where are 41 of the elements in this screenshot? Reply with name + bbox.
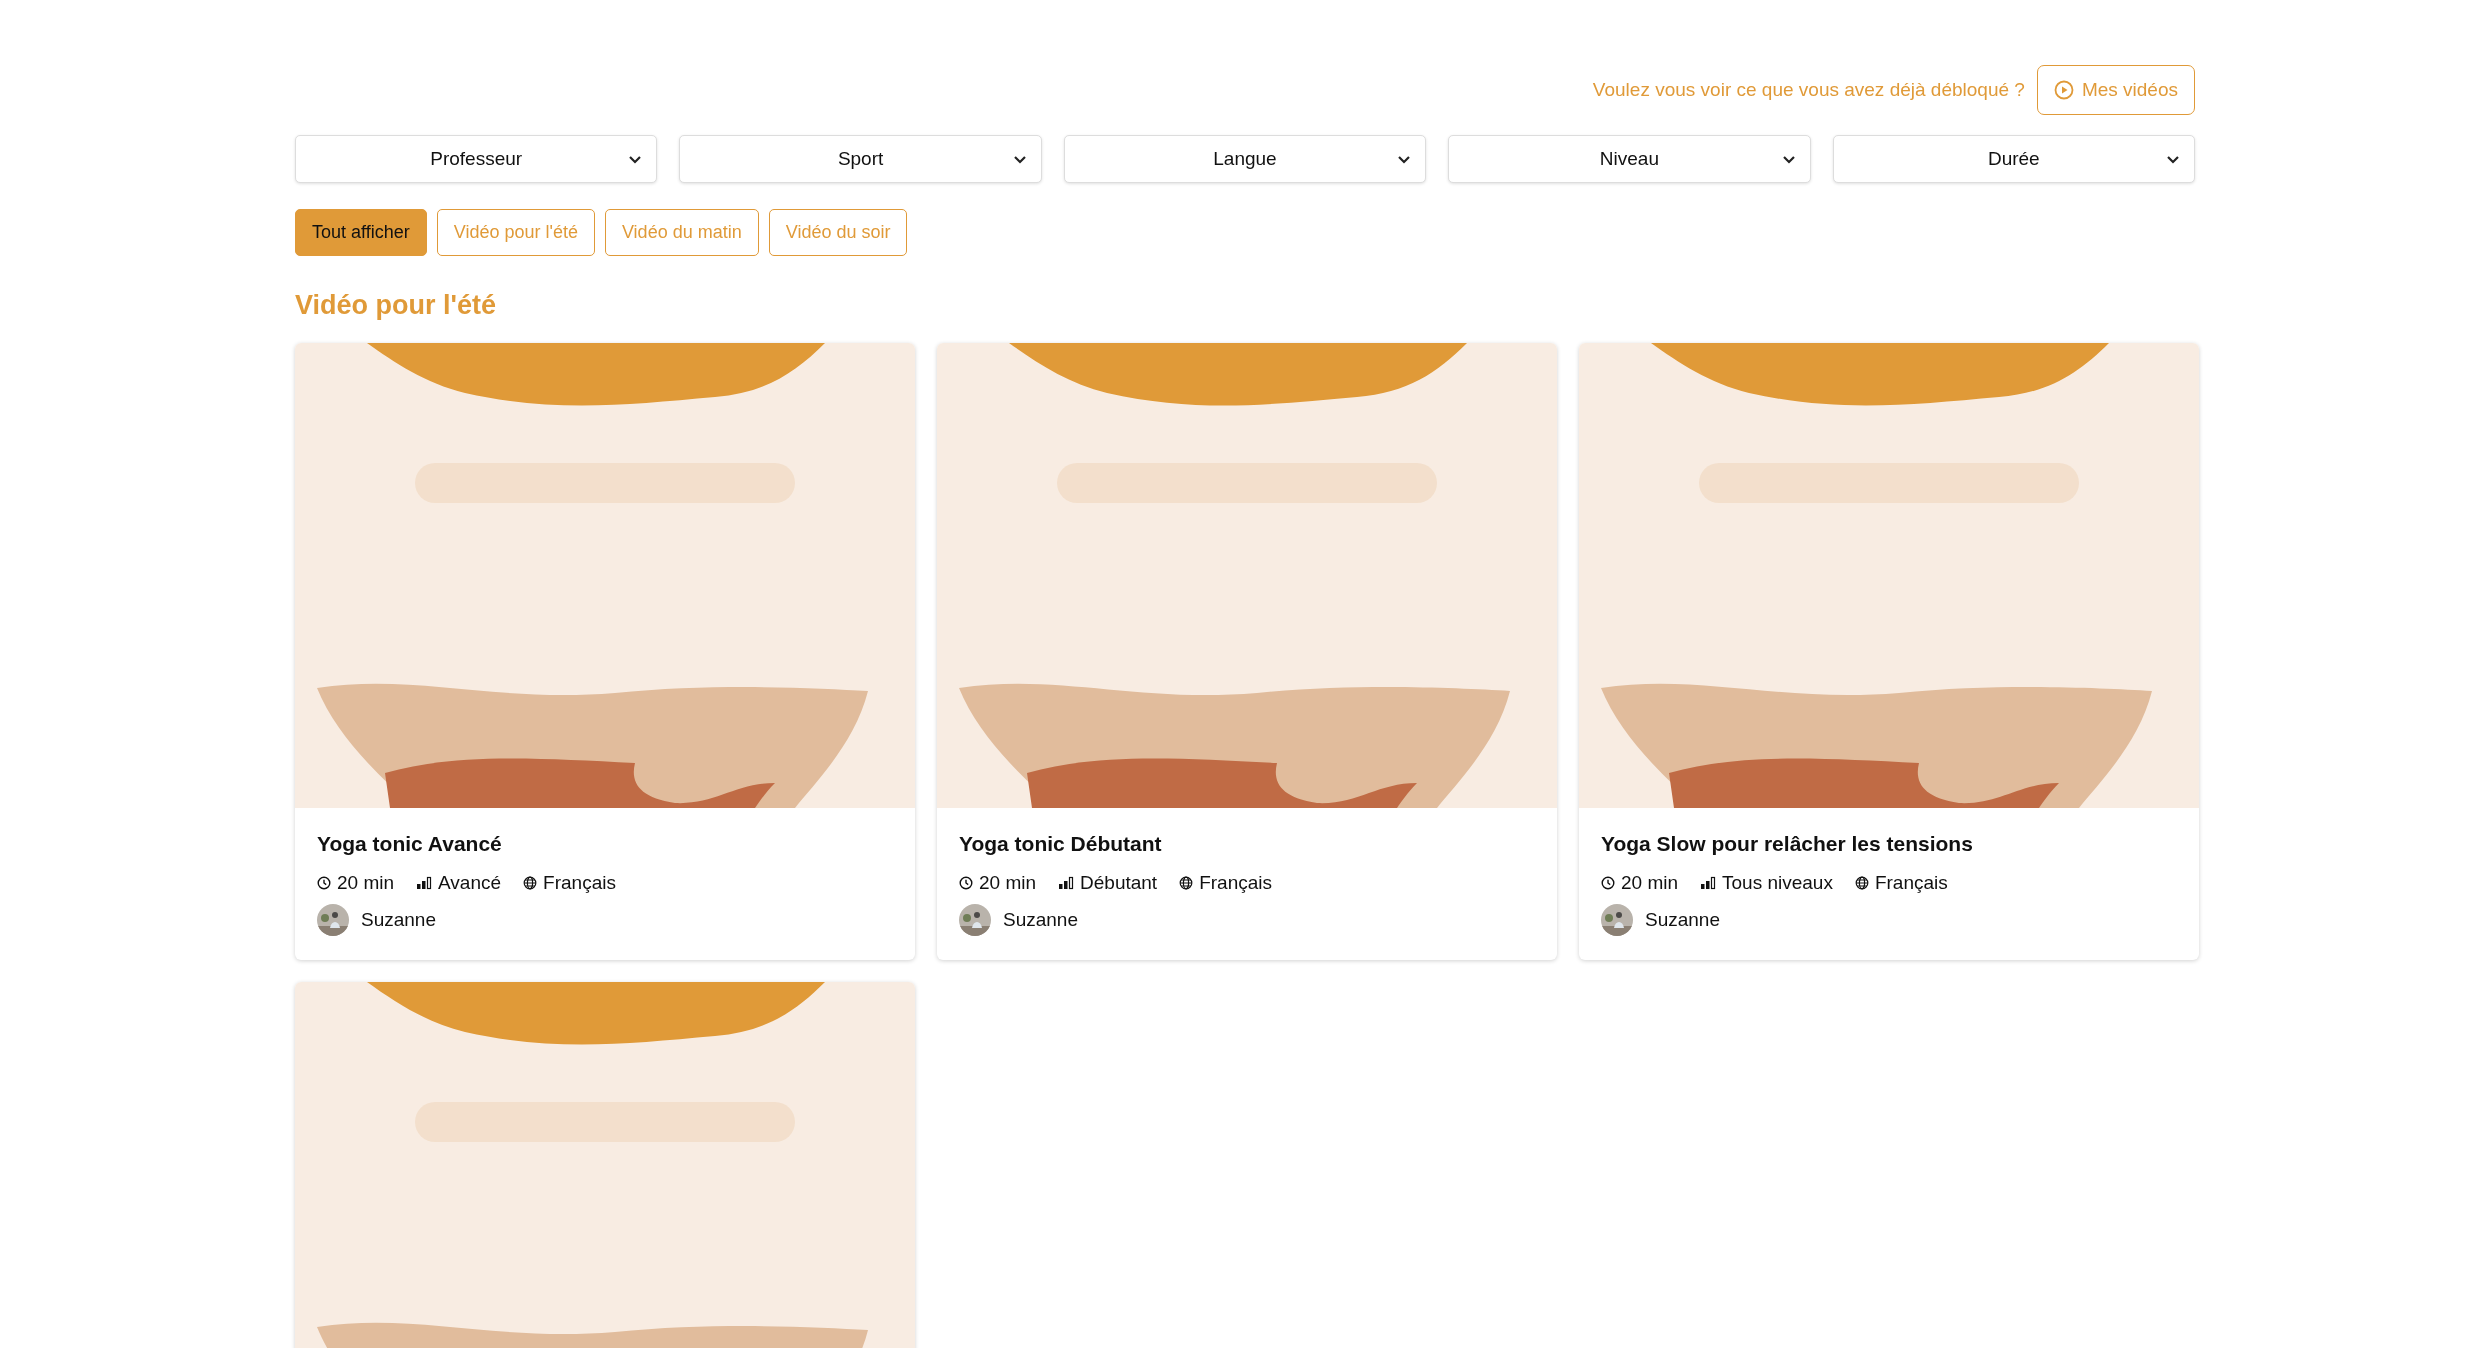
- chevron-down-icon: [1397, 155, 1412, 165]
- filter-dropdown[interactable]: Niveau: [1448, 135, 1811, 183]
- clock-icon: [317, 876, 331, 890]
- globe-icon: [523, 876, 538, 890]
- chevron-down-icon: [1781, 155, 1796, 165]
- video-title: Yoga tonic Avancé: [317, 832, 503, 856]
- video-card[interactable]: Yoga tonic Débutant 20 min Débutant Français Suzanne: [937, 343, 1557, 960]
- level-bars-icon: [1700, 876, 1717, 890]
- level-bars-icon: [416, 876, 433, 890]
- globe-icon: [1854, 876, 1869, 890]
- duration: 20 min: [979, 872, 1037, 894]
- video-title: Yoga tonic Débutant: [959, 832, 1163, 856]
- teacher-name: Suzanne: [1003, 909, 1078, 931]
- chevron-down-icon: [628, 155, 643, 165]
- play-icon: [2053, 80, 2074, 100]
- chevron-down-icon: [1012, 155, 1027, 165]
- teacher-name: Suzanne: [361, 909, 436, 931]
- video-title: Yoga Slow pour relâcher les tensions: [1601, 832, 1974, 856]
- difficulty-level: Tous niveaux: [1722, 872, 1833, 894]
- difficulty-level: Avancé: [438, 872, 502, 894]
- clock-icon: [1601, 876, 1615, 890]
- duration: 20 min: [337, 872, 395, 894]
- video-card[interactable]: Yoga tonic Avancé 20 min Avancé Français Suzanne: [295, 343, 915, 960]
- duration: 20 min: [1621, 872, 1679, 894]
- language: Français: [1874, 872, 1948, 894]
- filter-dropdown[interactable]: Professeur: [295, 135, 658, 183]
- level-bars-icon: [1058, 876, 1075, 890]
- globe-icon: [1179, 876, 1194, 890]
- filter-dropdown[interactable]: Durée: [1832, 135, 2195, 183]
- clock-icon: [959, 876, 973, 890]
- category-chip[interactable]: Tout afficher: [295, 209, 427, 256]
- teacher-name: Suzanne: [1645, 909, 1720, 931]
- language: Français: [543, 872, 616, 894]
- unlock-question: Voulez vous voir ce que vous avez déjà débloqué ?: [1592, 79, 2025, 101]
- filter-dropdown[interactable]: Langue: [1063, 135, 1427, 183]
- video-card[interactable]: Yoga Slow pour relâcher les tensions 20 min Tous niveaux Français Suzanne: [1579, 343, 2199, 960]
- chevron-down-icon: [2166, 155, 2180, 165]
- difficulty-level: Débutant: [1080, 872, 1158, 894]
- language: Français: [1199, 872, 1272, 894]
- section-title: Vidéo pour l'été: [295, 290, 497, 321]
- filter-dropdown[interactable]: Sport: [679, 135, 1042, 183]
